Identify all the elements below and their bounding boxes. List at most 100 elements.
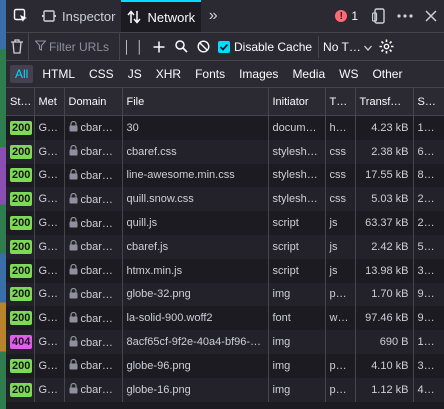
status-badge: 200 — [10, 263, 33, 278]
cell-method: G… — [34, 234, 65, 259]
table-row[interactable]: 200 G… cbar… cbaref.js script js 2.42 kB 5… — [6, 234, 444, 259]
type-filter-css[interactable]: CSS — [84, 65, 119, 83]
type-filter-html[interactable]: HTML — [37, 65, 80, 83]
column-header-transferred[interactable]: Transf… — [355, 88, 414, 116]
cell-file: 30 — [122, 115, 269, 140]
table-row[interactable]: 200 G… cbar… quill.snow.css stylesh… css 5.03 … — [6, 187, 444, 212]
cell-type: p… — [325, 377, 356, 402]
cell-status: 404 — [6, 330, 35, 354]
filter-urls-field[interactable] — [28, 33, 120, 60]
add-request-icon[interactable] — [148, 33, 170, 60]
type-filter-xhr[interactable]: XHR — [151, 65, 186, 83]
table-row[interactable]: 200 G… cbar… 30 docum… h… 4.23 kB 1… — [6, 115, 444, 140]
table-row[interactable]: 200 G… cbar… htmx.min.js script js 13.98 kB 3… — [6, 258, 444, 283]
status-badge: 404 — [10, 335, 33, 350]
cell-file: line-awesome.min.css — [122, 163, 269, 188]
lock-icon — [69, 311, 78, 323]
search-icon[interactable] — [170, 33, 192, 60]
pause-icon[interactable]: │ │ — [120, 33, 148, 60]
cell-status: 200 — [6, 353, 35, 378]
type-filter-images[interactable]: Images — [234, 65, 283, 83]
cell-initiator: stylesh… — [268, 187, 326, 212]
domain-text: cbar… — [80, 169, 113, 182]
cell-status: 200 — [6, 306, 35, 331]
table-row[interactable]: 200 G… cbar… line-awesome.min.css stylesh… cs… — [6, 163, 444, 188]
type-filter-other[interactable]: Other — [367, 65, 407, 83]
cell-type: p… — [325, 353, 356, 378]
type-filter-all[interactable]: All — [10, 65, 34, 83]
responsive-design-icon[interactable] — [366, 0, 392, 32]
cell-method: G… — [34, 306, 65, 331]
tab-inspector[interactable]: Inspector — [36, 0, 121, 32]
tab-network-label: Network — [147, 9, 196, 25]
close-icon[interactable] — [418, 0, 444, 32]
tab-inspector-label: Inspector — [62, 8, 116, 24]
domain-text: cbar… — [80, 241, 113, 254]
lock-icon — [69, 216, 78, 228]
cell-file: quill.js — [122, 211, 269, 235]
cell-domain: cbar… — [64, 139, 123, 164]
table-row[interactable]: 200 G… cbar… la-solid-900.woff2 font w… 97.46 … — [6, 306, 444, 331]
disable-cache-toggle[interactable]: Disable Cache — [218, 40, 312, 54]
table-row[interactable]: 200 G… cbar… globe-32.png img p… 1.70 kB 9… — [6, 282, 444, 307]
cell-domain: cbar… — [64, 306, 123, 331]
cell-transferred: 97.46 kB — [355, 306, 414, 331]
table-row[interactable]: 200 G… cbar… cbaref.css stylesh… css 2.38 kB 6… — [6, 139, 444, 164]
domain-text: cbar… — [80, 384, 113, 397]
column-header-method[interactable]: Met — [34, 88, 65, 116]
column-header-status[interactable]: St… — [6, 88, 35, 116]
error-count-badge[interactable]: ! 1 — [335, 9, 358, 23]
domain-text: cbar… — [80, 288, 113, 301]
domain-text: cbar… — [80, 265, 113, 278]
settings-gear-icon[interactable] — [376, 33, 398, 60]
more-tabs-icon[interactable]: » — [201, 0, 225, 32]
domain-text: cbar… — [80, 336, 113, 349]
status-badge: 200 — [10, 192, 33, 207]
cell-transferred: 4.23 kB — [355, 115, 414, 140]
status-badge: 200 — [10, 216, 33, 231]
block-requests-icon[interactable] — [192, 33, 214, 60]
status-badge: 200 — [10, 144, 33, 159]
status-badge: 200 — [10, 239, 33, 254]
cell-size: 9… — [413, 282, 444, 307]
error-count: 1 — [351, 9, 358, 23]
clear-log-icon[interactable] — [6, 33, 28, 60]
checkbox-checked-icon[interactable] — [218, 40, 230, 53]
table-row[interactable]: 200 G… cbar… globe-96.png img p… 4.10 kB 3… — [6, 353, 444, 378]
cell-method: G… — [34, 163, 65, 188]
cell-size: 2… — [413, 211, 444, 235]
table-row[interactable]: 404 G… cbar… 8acf65cf-9f2e-40a4-bf96-… img 69… — [6, 330, 444, 354]
cell-method: G… — [34, 211, 65, 235]
type-filter-media[interactable]: Media — [287, 65, 330, 83]
column-header-size[interactable]: S… — [413, 88, 444, 116]
domain-text: cbar… — [80, 217, 113, 230]
lock-icon — [69, 264, 78, 275]
cell-transferred: 13.98 kB — [355, 258, 414, 283]
type-filter-fonts[interactable]: Fonts — [190, 65, 230, 83]
throttling-select[interactable]: No T… — [318, 35, 372, 58]
cell-transferred: 5.03 kB — [355, 187, 414, 212]
column-header-domain[interactable]: Domain — [64, 88, 123, 116]
column-header-initiator[interactable]: Initiator — [268, 88, 326, 116]
status-badge: 200 — [10, 382, 33, 397]
cell-file: globe-96.png — [122, 353, 269, 378]
type-filter-js[interactable]: JS — [123, 65, 147, 83]
domain-text: cbar… — [80, 312, 113, 325]
options-menu-icon[interactable] — [392, 0, 418, 32]
filter-urls-input[interactable] — [49, 39, 117, 54]
type-filter-ws[interactable]: WS — [334, 65, 363, 83]
tab-network[interactable]: Network — [121, 0, 202, 32]
lock-icon — [69, 287, 78, 299]
cell-file: 8acf65cf-9f2e-40a4-bf96-… — [122, 330, 269, 354]
element-picker-icon[interactable] — [6, 0, 36, 32]
table-header-row: St… Met Domain File Initiator T… Transf…… — [6, 88, 444, 116]
cell-initiator: stylesh… — [268, 139, 326, 164]
cell-size: 5… — [413, 234, 444, 259]
status-badge: 200 — [10, 311, 33, 326]
cell-transferred: 2.42 kB — [355, 234, 414, 259]
column-header-type[interactable]: T… — [325, 88, 356, 116]
cell-type: css — [325, 187, 356, 212]
column-header-file[interactable]: File — [122, 88, 269, 116]
table-row[interactable]: 200 G… cbar… globe-16.png img p… 1.12 kB 4… — [6, 377, 444, 402]
table-row[interactable]: 200 G… cbar… quill.js script js 63.37 kB 2… — [6, 211, 444, 235]
